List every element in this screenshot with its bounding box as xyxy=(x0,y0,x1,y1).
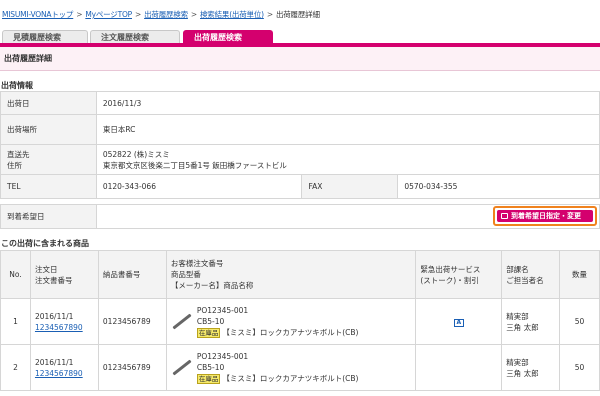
items-table: No. 注文日 注文書番号 納品書番号 お客様注文番号 商品型番【メーカー名】商品名… xyxy=(0,250,600,391)
header-qty: 数量 xyxy=(559,250,600,299)
header-dept-name: 部課名 xyxy=(506,264,529,274)
header-person: ご担当者名 xyxy=(506,275,544,285)
destination-label: 直送先 住所 xyxy=(0,144,97,175)
tab-order-history[interactable]: 注文履歴検索 xyxy=(90,30,180,44)
header-delivery-no: 納品書番号 xyxy=(97,250,167,299)
header-order: 注文日 注文書番号 xyxy=(29,250,99,299)
header-part-no: 商品型番 xyxy=(170,270,201,279)
breadcrumb-link-top[interactable]: MISUMI-VONAトップ xyxy=(2,10,73,19)
row-qty: 50 xyxy=(559,298,600,345)
header-no: No. xyxy=(0,250,31,299)
breadcrumb-link-shipping-search[interactable]: 出荷履歴検索 xyxy=(144,10,188,19)
row-order: 2016/11/1 1234567890 xyxy=(29,298,99,345)
row-dept-name: 精実部 xyxy=(506,311,529,321)
row-delivery-no: 0123456789 xyxy=(97,298,167,345)
header-order-no: 注文書番号 xyxy=(34,275,73,285)
ship-date-value: 2016/11/3 xyxy=(95,91,600,115)
breadcrumb-current: 出荷履歴詳細 xyxy=(275,10,320,19)
header-dept: 部課名 ご担当者名 xyxy=(501,250,561,299)
row-product: PO12345-001 CB5-10 在庫品 【ミスミ】ロックカアナツキボルト(C… xyxy=(165,344,417,391)
breadcrumb-separator: > xyxy=(76,10,83,19)
row-service xyxy=(415,344,503,391)
row-dept: 精実部 三角 太郎 xyxy=(501,344,561,391)
fax-label: FAX xyxy=(301,174,399,199)
row-service: A xyxy=(415,298,503,345)
ship-place-label: 出荷場所 xyxy=(0,114,97,145)
tab-bar: 見積履歴検索 注文履歴検索 出荷履歴検索 xyxy=(0,30,600,44)
desired-date-button-frame: 到着希望日指定・変更 xyxy=(493,206,597,226)
row-no: 1 xyxy=(0,298,31,345)
stock-badge: 在庫品 xyxy=(196,328,221,338)
destination-value: 052822 (株)ミスミ 東京都文京区後楽二丁目5番1号 飯田橋ファーストビル xyxy=(95,144,600,175)
section-title-items: この出荷に含まれる商品 xyxy=(1,239,89,248)
row-dept-name: 精実部 xyxy=(506,357,529,367)
calendar-icon xyxy=(501,213,508,219)
product-image xyxy=(172,313,192,330)
row-no: 2 xyxy=(0,344,31,391)
header-service: 緊急出荷サービス (ストーク)・割引 xyxy=(415,250,503,299)
row-delivery-no: 0123456789 xyxy=(97,344,167,391)
items-header-row: No. 注文日 注文書番号 納品書番号 お客様注文番号 商品型番【メーカー名】商品名… xyxy=(0,250,600,299)
breadcrumb-separator: > xyxy=(266,10,273,19)
destination-line2: 東京都文京区後楽二丁目5番1号 飯田橋ファーストビル xyxy=(102,160,287,170)
destination-label-line2: 住所 xyxy=(7,160,22,170)
row-order-no-link[interactable]: 1234567890 xyxy=(35,369,83,378)
row-dept: 精実部 三角 太郎 xyxy=(501,298,561,345)
tab-quote-history[interactable]: 見積履歴検索 xyxy=(2,30,88,44)
breadcrumb-link-mypage[interactable]: MyページTOP xyxy=(85,10,132,19)
desired-date-button-label: 到着希望日指定・変更 xyxy=(511,212,581,220)
ship-place-value: 東日本RC xyxy=(95,114,600,145)
row-customer-po: PO12345-001 xyxy=(196,352,249,361)
header-product-name: 【メーカー名】商品名称 xyxy=(170,281,254,290)
row-person: 三角 太郎 xyxy=(506,368,539,378)
tel-label: TEL xyxy=(0,174,97,199)
fax-value: 0570-034-355 xyxy=(397,174,600,199)
row-order-no-link[interactable]: 1234567890 xyxy=(35,323,83,332)
row-product-name: 【ミスミ】ロックカアナツキボルト(CB) xyxy=(222,374,359,383)
header-customer-po: お客様注文番号 xyxy=(170,259,224,268)
breadcrumb-separator: > xyxy=(190,10,197,19)
ship-date-label: 出荷日 xyxy=(0,91,97,115)
row-part-no: CB5-10 xyxy=(196,363,225,372)
row-part-no: CB5-10 xyxy=(196,317,225,326)
stock-badge: 在庫品 xyxy=(196,374,221,384)
header-order-date: 注文日 xyxy=(34,264,58,274)
destination-line1: 052822 (株)ミスミ xyxy=(102,149,170,159)
breadcrumb-link-search-results[interactable]: 検索結果(出荷単位) xyxy=(200,10,264,19)
row-product: PO12345-001 CB5-10 在庫品 【ミスミ】ロックカアナツキボルト(C… xyxy=(165,298,417,345)
row-qty: 50 xyxy=(559,344,600,391)
row-order-date: 2016/11/1 xyxy=(34,357,74,367)
header-service-line1: 緊急出荷サービス xyxy=(420,264,481,274)
desired-date-button[interactable]: 到着希望日指定・変更 xyxy=(497,210,593,222)
breadcrumb-separator: > xyxy=(135,10,142,19)
tel-value: 0120-343-066 xyxy=(95,174,303,199)
table-row: 1 2016/11/1 1234567890 0123456789 PO12345… xyxy=(0,298,600,345)
tab-shipping-history[interactable]: 出荷履歴検索 xyxy=(183,30,273,44)
breadcrumb: MISUMI-VONAトップ > MyページTOP > 出荷履歴検索 > 検索結果(出荷単位… xyxy=(2,9,320,20)
desired-date-label: 到着希望日 xyxy=(0,204,97,229)
service-a-icon[interactable]: A xyxy=(453,319,464,327)
row-person: 三角 太郎 xyxy=(506,322,539,332)
section-title-shipping: 出荷情報 xyxy=(1,81,33,90)
table-row: 2 2016/11/1 1234567890 0123456789 PO12345… xyxy=(0,344,600,391)
page-title: 出荷履歴詳細 xyxy=(0,47,600,71)
row-order: 2016/11/1 1234567890 xyxy=(29,344,99,391)
destination-label-line1: 直送先 xyxy=(7,149,30,159)
row-product-name: 【ミスミ】ロックカアナツキボルト(CB) xyxy=(222,328,359,337)
header-product: お客様注文番号 商品型番【メーカー名】商品名称 xyxy=(165,250,417,299)
product-image xyxy=(172,359,192,376)
header-service-line2: (ストーク)・割引 xyxy=(420,275,479,285)
shipping-info-table: 出荷日 2016/11/3 出荷場所 東日本RC 直送先 住所 052822 (株… xyxy=(0,91,600,199)
row-order-date: 2016/11/1 xyxy=(34,311,74,321)
row-customer-po: PO12345-001 xyxy=(196,306,249,315)
